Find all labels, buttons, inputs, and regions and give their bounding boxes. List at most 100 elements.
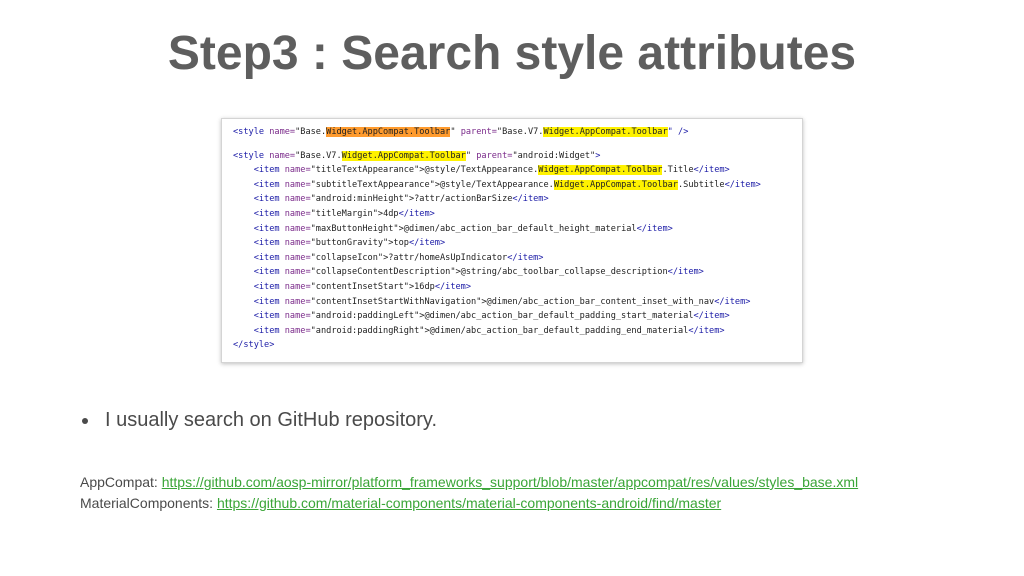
code-token: "android:Widget" <box>512 150 596 161</box>
code-token: >@dimen/abc_action_bar_default_height_ma… <box>398 223 637 234</box>
code-token: </style> <box>233 340 275 351</box>
code-token: name= <box>284 208 311 219</box>
code-line: <item name="subtitleTextAppearance">@sty… <box>233 178 802 193</box>
code-token: </item> <box>693 165 730 176</box>
code-token: "android:paddingRight" <box>310 325 425 336</box>
code-line: <item name="android:paddingLeft">@dimen/… <box>233 309 802 324</box>
link-appcompat[interactable]: https://github.com/aosp-mirror/platform_… <box>162 474 858 490</box>
code-token: >?attr/actionBarSize <box>408 194 513 205</box>
code-token: name= <box>284 223 311 234</box>
code-token: name= <box>284 252 311 263</box>
code-token: >@dimen/abc_action_bar_default_padding_e… <box>424 325 689 336</box>
code-token: "buttonGravity" <box>310 238 389 249</box>
code-token: </item> <box>693 311 730 322</box>
code-token: name= <box>284 194 311 205</box>
code-line: <item name="collapseContentDescription">… <box>233 265 802 280</box>
code-token: </item> <box>512 194 549 205</box>
code-token: <item <box>233 311 285 322</box>
reference-links: AppCompat: https://github.com/aosp-mirro… <box>80 472 858 514</box>
code-token: "Base.V7. <box>496 127 544 137</box>
code-token: name= <box>269 127 296 137</box>
code-token: >16dp <box>408 281 435 292</box>
code-token: name= <box>284 179 311 190</box>
code-token: name= <box>284 325 311 336</box>
code-token: name= <box>284 296 311 307</box>
code-token: name= <box>284 238 311 249</box>
code-line: </style> <box>233 338 802 353</box>
code-token: <item <box>233 194 285 205</box>
code-token: "collapseIcon" <box>310 252 384 263</box>
code-line: <item name="contentInsetStartWithNavigat… <box>233 295 802 310</box>
code-token: <item <box>233 252 285 263</box>
bullet-text: I usually search on GitHub repository. <box>105 409 438 431</box>
code-token: .Subtitle <box>678 179 725 190</box>
code-screenshot: <style name="Base.Widget.AppCompat.Toolb… <box>221 118 803 363</box>
code-token: </item> <box>434 281 472 292</box>
code-token: "android:paddingLeft" <box>310 311 420 322</box>
slide-title: Step3 : Search style attributes <box>167 27 857 80</box>
code-token: "subtitleTextAppearance" <box>310 179 435 190</box>
code-token: " <box>450 127 461 137</box>
code-token: <style <box>233 127 270 137</box>
code-token: >@style/TextAppearance. <box>434 179 554 190</box>
code-token: name= <box>284 311 311 322</box>
code-token: "maxButtonHeight" <box>310 223 399 234</box>
code-token: </item> <box>688 325 725 336</box>
code-token: " <box>465 150 477 161</box>
code-token: <item <box>233 165 285 176</box>
code-token: </item> <box>667 267 704 278</box>
code-token: <style <box>233 150 270 161</box>
code-token: "contentInsetStartWithNavigation" <box>310 296 482 307</box>
code-line: <item name="collapseIcon">?attr/homeAsUp… <box>233 251 802 266</box>
code-token: name= <box>284 165 311 176</box>
code-token: "contentInsetStart" <box>310 281 409 292</box>
code-token: name= <box>269 150 296 161</box>
highlighted-token: Widget.AppCompat.Toolbar <box>553 179 678 190</box>
code-line: <item name="titleTextAppearance">@style/… <box>233 163 802 178</box>
code-token: >4dp <box>377 208 399 219</box>
link-label-material-components: MaterialComponents: <box>80 495 214 511</box>
code-token: </item> <box>724 179 761 190</box>
link-material-components[interactable]: https://github.com/material-components/m… <box>217 495 721 511</box>
code-line: <item name="titleMargin">4dp</item> <box>233 207 802 222</box>
link-row-appcompat: AppCompat: https://github.com/aosp-mirro… <box>80 472 858 493</box>
code-token: >@style/TextAppearance. <box>419 165 539 176</box>
code-token: >@dimen/abc_action_bar_default_padding_s… <box>419 311 694 322</box>
highlighted-token: Widget.AppCompat.Toolbar <box>543 127 668 137</box>
code-token: <item <box>233 208 285 219</box>
code-line: <item name="android:paddingRight">@dimen… <box>233 324 802 339</box>
code-token: </item> <box>636 223 673 234</box>
code-token: </item> <box>714 296 751 307</box>
code-token: </item> <box>507 252 544 263</box>
code-token: " /> <box>667 127 689 137</box>
bullet-item: I usually search on GitHub repository. <box>82 409 437 432</box>
code-token: "Base.V7. <box>295 150 342 161</box>
code-line: <item name="android:minHeight">?attr/act… <box>233 192 802 207</box>
highlighted-token: Widget.AppCompat.Toolbar <box>326 127 451 137</box>
code-token: .Title <box>662 165 694 176</box>
code-token: name= <box>284 267 311 278</box>
code-token: <item <box>233 223 285 234</box>
code-token: "android:minHeight" <box>310 194 409 205</box>
code-token: >?attr/homeAsUpIndicator <box>383 252 508 263</box>
code-token: name= <box>284 281 311 292</box>
code-token: </item> <box>398 208 435 219</box>
code-line: <item name="contentInsetStart">16dp</ite… <box>233 280 802 295</box>
link-row-material-components: MaterialComponents: https://github.com/m… <box>80 493 858 514</box>
code-token: <item <box>233 267 285 278</box>
highlighted-token: Widget.AppCompat.Toolbar <box>341 150 466 161</box>
code-token: "titleTextAppearance" <box>310 165 420 176</box>
bullet-dot-icon <box>82 417 88 424</box>
code-token: >@dimen/abc_action_bar_content_inset_wit… <box>481 296 715 307</box>
code-token: <item <box>233 325 285 336</box>
code-token: "collapseContentDescription" <box>310 267 456 278</box>
code-token: >@string/abc_toolbar_collapse_descriptio… <box>455 267 668 278</box>
code-token: >top <box>388 238 409 249</box>
code-line: <style name="Base.V7.Widget.AppCompat.To… <box>233 149 802 164</box>
code-token: <item <box>233 238 285 249</box>
link-label-appcompat: AppCompat: <box>80 474 158 490</box>
code-line: <style name="Base.Widget.AppCompat.Toolb… <box>233 125 802 140</box>
code-line: <item name="maxButtonHeight">@dimen/abc_… <box>233 222 802 237</box>
code-token: <item <box>233 281 285 292</box>
